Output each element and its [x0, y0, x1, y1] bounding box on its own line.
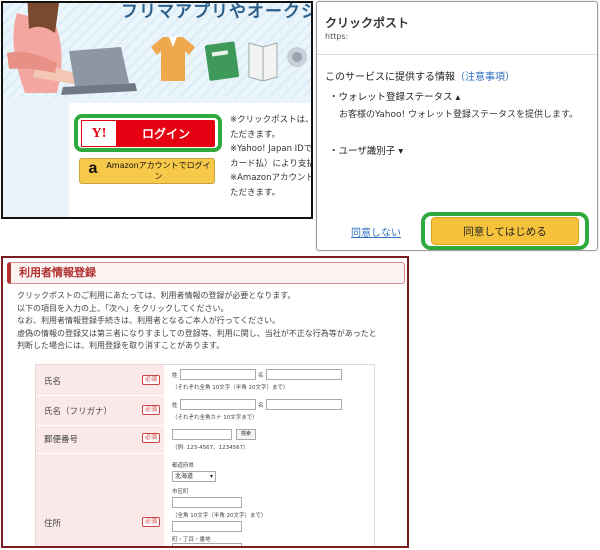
kana-sei-caption: 姓 [172, 403, 178, 409]
form-intro: クリックポストのご利用にあたっては、利用者情報の登録が必要となります。 以下の項… [17, 290, 405, 353]
intro-line: 以下の項目を入力の上、「次へ」をクリックしてください。 [17, 303, 229, 313]
postal-note: （例: 123-4567、1234567） [172, 445, 249, 451]
name-mei-input[interactable] [266, 369, 342, 380]
required-badge: 必須 [142, 405, 160, 415]
kana-note: （それぞれ全角カナ 10文字まで） [172, 415, 258, 421]
kana-sei-input[interactable] [180, 399, 256, 410]
street-caption: 町・丁目・番地 [172, 537, 211, 543]
laptop-illustration [61, 47, 137, 95]
gadget-illustration [287, 47, 307, 67]
app-name: クリックポスト [325, 16, 410, 30]
yahoo-login-label: ログイン [141, 127, 190, 141]
note-line: ※クリックポストは、 [230, 115, 313, 125]
info-heading: このサービスに提供する情報（注意事項） [325, 68, 515, 83]
name-note: （それぞれ全角 10文字（半角 20文字）まで） [172, 385, 289, 391]
street-input[interactable] [172, 543, 242, 546]
banner-headline: フリマアプリやオークショ [121, 2, 311, 22]
open-book-illustration [248, 42, 278, 81]
intro-line: クリックポストのご利用にあたっては、利用者情報の登録が必要となります。 [17, 291, 296, 300]
prefecture-caption: 都道府県 [172, 463, 195, 469]
caution-link[interactable]: （注意事項） [455, 72, 515, 83]
note-line: カード払）により支払 [230, 158, 313, 169]
login-notes: ※クリックポストは、 ただきます。 ※Yahoo! Japan IDで カード払… [230, 113, 313, 201]
info-heading-text: このサービスに提供する情報 [325, 72, 455, 83]
address-label: 住所 [44, 519, 62, 529]
row-divider [36, 425, 374, 426]
row-divider [36, 395, 374, 396]
app-url: https: [325, 32, 349, 41]
registration-form-table: 氏名 必須 姓 名 （それぞれ全角 10文字（半角 20文字）まで） 氏名（フリ… [35, 364, 375, 546]
intro-line: 判断した場合には、利用登録を取り消すことがあります。 [17, 341, 225, 351]
registration-panel: 利用者情報登録 クリックポストのご利用にあたっては、利用者情報の登録が必要となり… [1, 256, 409, 548]
agree-button[interactable]: 同意してはじめる [431, 217, 579, 245]
yahoo-logo-icon: Y! [81, 120, 117, 147]
chevron-down-icon: ▾ [209, 473, 213, 480]
city-note: （全角 10文字（半角 20文字）まで） [172, 513, 267, 519]
required-badge: 必須 [142, 433, 160, 443]
amazon-login-label: Amazonアカウントでログイン [106, 161, 211, 181]
wallet-status-description: お客様のYahoo! ウォレット登録ステータスを提供します。 [339, 110, 579, 120]
note-line: ※Yahoo! Japan IDで [230, 144, 313, 155]
name-mei-caption: 名 [258, 373, 264, 379]
postal-code-input[interactable] [172, 429, 232, 440]
name-label: 氏名 [44, 377, 62, 387]
intro-line: 虚偽の情報の登録又は第三者になりすましての登録等、利用に関し、当社が不正な行為等… [17, 328, 377, 338]
amazon-logo-icon: a [88, 160, 98, 177]
note-line: ただきます。 [230, 187, 281, 198]
decline-link[interactable]: 同意しない [351, 224, 401, 239]
kana-label: 氏名（フリガナ） [44, 407, 113, 417]
kana-mei-caption: 名 [258, 403, 264, 409]
form-title: 利用者情報登録 [7, 262, 405, 284]
city-input-secondary[interactable] [172, 521, 242, 532]
user-id-item[interactable]: ・ユーザ識別子 ▾ [329, 143, 403, 157]
consent-dialog: クリックポスト https: このサービスに提供する情報（注意事項） ・ウォレッ… [316, 1, 598, 251]
dialog-divider [317, 54, 597, 55]
required-badge: 必須 [142, 517, 160, 527]
row-divider [36, 453, 374, 454]
intro-line: なお、利用者情報登録手続きは、利用者となるご本人が行ってください。 [17, 316, 281, 326]
city-input[interactable] [172, 497, 242, 508]
kana-mei-input[interactable] [266, 399, 342, 410]
yahoo-login-button[interactable]: Y! ログイン [81, 120, 215, 147]
name-sei-input[interactable] [180, 369, 256, 380]
city-caption: 市区町 [172, 489, 189, 495]
postal-search-button[interactable]: 検索 [236, 429, 256, 440]
required-badge: 必須 [142, 375, 160, 385]
login-panel: フリマアプリやオークショ Y! ログイン a Amazonアカウントでログイン … [1, 1, 313, 219]
name-sei-caption: 姓 [172, 373, 178, 379]
prefecture-value: 北海道 [175, 473, 194, 480]
postal-label: 郵便番号 [44, 435, 79, 445]
amazon-login-button[interactable]: a Amazonアカウントでログイン [79, 158, 215, 184]
shirt-illustration [151, 37, 195, 81]
prefecture-select[interactable]: 北海道 ▾ [172, 471, 216, 482]
book-illustration [204, 41, 240, 81]
note-line: ただきます。 [230, 129, 281, 140]
note-line: ※Amazonアカウント [230, 173, 313, 184]
wallet-status-item[interactable]: ・ウォレット登録ステータス ▴ [329, 89, 460, 103]
